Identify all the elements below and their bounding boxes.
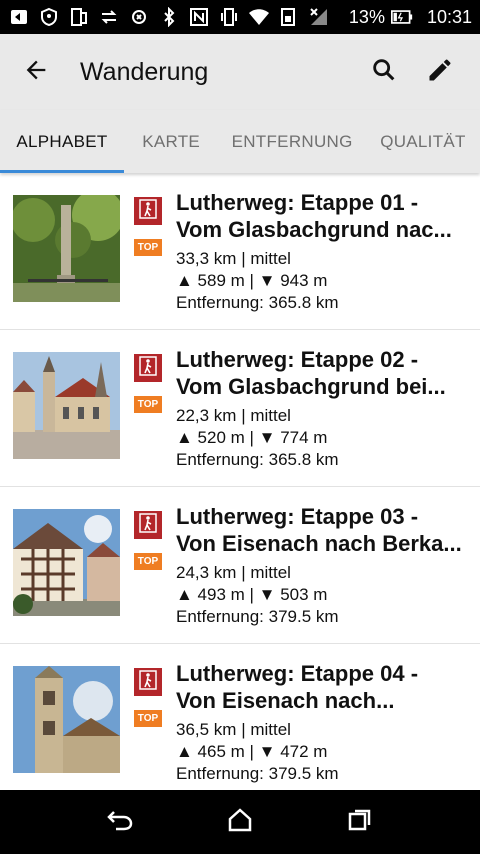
nfc-icon [188,6,210,28]
route-title-line2: Vom Glasbachgrund bei... [176,374,446,399]
system-nav-bar [0,790,480,854]
route-list: TOP Lutherweg: Etappe 01 - Vom Glasbachg… [0,173,480,790]
nav-back-icon [106,808,134,837]
list-item[interactable]: TOP Lutherweg: Etappe 03 - Von Eisenach … [0,487,480,644]
bluetooth-icon [158,6,180,28]
route-thumbnail [13,666,120,773]
nav-home-icon [227,807,253,838]
list-item[interactable]: TOP Lutherweg: Etappe 02 - Vom Glasbachg… [0,330,480,487]
route-distance: Entfernung: 379.5 km [176,764,339,783]
route-elevation: ▲ 465 m | ▼ 472 m [176,742,328,761]
route-summary: 36,5 km | mittel [176,720,291,739]
route-summary: 33,3 km | mittel [176,249,291,268]
refresh-icon [128,6,150,28]
route-thumbnail [13,509,120,616]
nav-home-button[interactable] [216,798,264,846]
hike-badge [134,197,162,225]
top-badge: TOP [134,553,162,570]
tab-bar: ALPHABET KARTE ENTFERNUNG QUALITÄT [0,110,480,173]
hiker-icon [138,669,158,696]
route-title-line1: Lutherweg: Etappe 03 - [176,504,419,529]
list-item[interactable]: TOP Lutherweg: Etappe 04 - Von Eisenach … [0,644,480,790]
battery-icon [390,6,413,28]
clock: 10:31 [426,6,472,27]
back-button[interactable] [0,34,72,110]
route-title-line1: Lutherweg: Etappe 02 - [176,347,419,372]
notification-icon [8,6,30,28]
hike-badge [134,511,162,539]
nav-back-button[interactable] [96,798,144,846]
route-elevation: ▲ 520 m | ▼ 774 m [176,428,328,447]
sync-icon [98,6,120,28]
top-badge: TOP [134,239,162,256]
edit-icon [426,56,454,89]
top-badge: TOP [134,396,162,413]
route-distance: Entfernung: 379.5 km [176,607,339,626]
route-distance: Entfernung: 365.8 km [176,293,339,312]
route-title-line2: Vom Glasbachgrund nac... [176,217,452,242]
battery-percent: 13% [348,6,385,27]
app-bar: Wanderung [0,34,480,110]
arrow-back-icon [22,56,50,89]
tab-alphabet[interactable]: ALPHABET [0,110,124,173]
nav-recents-button[interactable] [336,798,384,846]
nav-recents-icon [347,807,373,838]
tab-karte[interactable]: KARTE [124,110,218,173]
hike-badge [134,354,162,382]
search-icon [370,56,398,89]
data-saver-icon [278,6,300,28]
route-thumbnail [13,352,120,459]
list-item[interactable]: TOP Lutherweg: Etappe 01 - Vom Glasbachg… [0,173,480,330]
route-thumbnail [13,195,120,302]
hike-badge [134,668,162,696]
screen-icon [68,6,90,28]
route-title-line1: Lutherweg: Etappe 01 - [176,190,419,215]
status-bar: 13% 10:31 [0,0,480,34]
tab-entfernung[interactable]: ENTFERNUNG [218,110,366,173]
route-distance: Entfernung: 365.8 km [176,450,339,469]
route-elevation: ▲ 493 m | ▼ 503 m [176,585,328,604]
wifi-icon [248,6,270,28]
route-title-line2: Von Eisenach nach Berka... [176,531,462,556]
route-elevation: ▲ 589 m | ▼ 943 m [176,271,328,290]
search-button[interactable] [356,44,412,100]
page-title: Wanderung [80,57,209,86]
route-summary: 24,3 km | mittel [176,563,291,582]
signal-icon [308,6,330,28]
route-title-line2: Von Eisenach nach... [176,688,395,713]
hiker-icon [138,355,158,382]
edit-button[interactable] [412,44,468,100]
hiker-icon [138,198,158,225]
vpn-icon [38,6,60,28]
route-title-line1: Lutherweg: Etappe 04 - [176,661,419,686]
route-summary: 22,3 km | mittel [176,406,291,425]
hiker-icon [138,512,158,539]
top-badge: TOP [134,710,162,727]
vibrate-icon [218,6,240,28]
tab-qualitaet[interactable]: QUALITÄT [366,110,480,173]
